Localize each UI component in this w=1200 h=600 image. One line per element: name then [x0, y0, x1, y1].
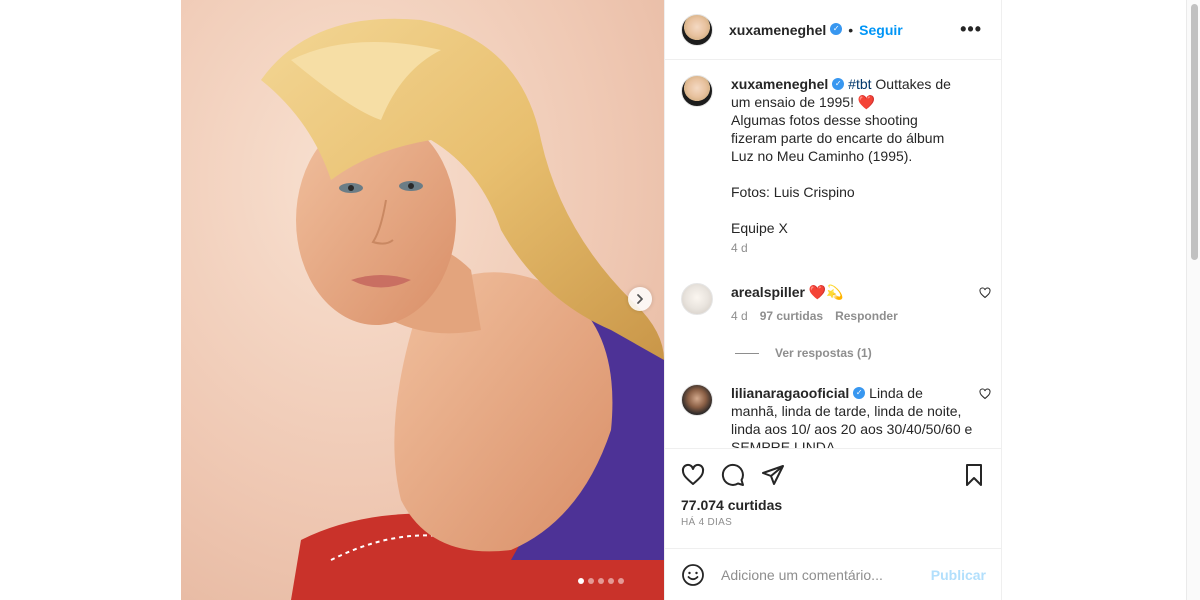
caption-avatar[interactable]	[681, 75, 713, 107]
comment-text: ❤️💫	[804, 284, 844, 300]
reply-button[interactable]: Responder	[835, 307, 898, 325]
action-icons	[681, 463, 785, 487]
post-header: xuxameneghel ✓ • Seguir •••	[665, 0, 1002, 60]
page-scrollbar[interactable]	[1186, 0, 1200, 600]
carousel-indicator	[578, 578, 624, 584]
publish-button[interactable]: Publicar	[931, 567, 986, 583]
carousel-next-button[interactable]	[628, 287, 652, 311]
more-options-button[interactable]: •••	[960, 20, 982, 38]
view-replies-button[interactable]: Ver respostas (1)	[735, 346, 872, 360]
caption-hashtag[interactable]: #tbt	[848, 76, 871, 92]
commenter-avatar[interactable]	[681, 283, 713, 315]
author-avatar[interactable]	[681, 13, 713, 46]
caption-text: xuxameneghel ✓ #tbt Outtakes de um ensaio…	[731, 75, 967, 237]
commenter-username[interactable]: arealspiller	[731, 284, 805, 300]
view-replies-label: Ver respostas (1)	[775, 346, 872, 360]
comment-like-heart-icon[interactable]	[979, 388, 991, 400]
author-username[interactable]: xuxameneghel	[729, 22, 826, 38]
likes-count[interactable]: 77.074 curtidas	[681, 497, 782, 513]
comment-like-heart-icon[interactable]	[979, 287, 991, 299]
carousel-dot	[618, 578, 624, 584]
post-photo[interactable]	[181, 0, 664, 600]
caption-heart-emoji: ❤️	[857, 94, 876, 110]
replies-divider	[735, 352, 759, 354]
comment-time[interactable]: 4 d	[731, 307, 748, 325]
post-caption: xuxameneghel ✓ #tbt Outtakes de um ensaio…	[681, 75, 981, 255]
bookmark-icon[interactable]	[962, 463, 986, 487]
chevron-right-icon	[637, 294, 643, 304]
carousel-dot-active	[578, 578, 584, 584]
carousel-dot	[608, 578, 614, 584]
portrait-photo	[181, 0, 664, 600]
verified-badge-icon: ✓	[832, 78, 845, 91]
header-separator: •	[848, 21, 854, 38]
add-comment-form: Publicar	[665, 548, 1002, 600]
comment-meta: 4 d 97 curtidas Responder	[731, 307, 973, 325]
caption-body: Algumas fotos desse shooting fizeram par…	[731, 112, 945, 236]
caption-time[interactable]: 4 d	[731, 241, 967, 255]
paper-plane-icon[interactable]	[761, 463, 785, 487]
heart-icon[interactable]	[681, 463, 705, 487]
carousel-dot	[588, 578, 594, 584]
comment-item: arealspiller ❤️💫 4 d 97 curtidas Respond…	[681, 283, 991, 325]
verified-badge-icon: ✓	[830, 22, 843, 35]
comment-bubble-icon[interactable]	[721, 463, 745, 487]
comment-likes[interactable]: 97 curtidas	[760, 307, 823, 325]
scrollbar-thumb[interactable]	[1191, 4, 1198, 260]
carousel-dot	[598, 578, 604, 584]
commenter-avatar[interactable]	[681, 384, 713, 416]
comments-section[interactable]: xuxameneghel ✓ #tbt Outtakes de um ensaio…	[665, 61, 1002, 448]
commenter-username[interactable]: lilianaragaooficial	[731, 385, 849, 401]
follow-button[interactable]: Seguir	[859, 22, 903, 38]
post-actions: 77.074 curtidas HÁ 4 DIAS	[665, 448, 1002, 548]
smiley-icon[interactable]	[681, 563, 705, 587]
comment-item: lilianaragaooficial ✓ Linda de manhã, lin…	[681, 384, 991, 448]
comment-input[interactable]	[721, 566, 921, 583]
post-time[interactable]: HÁ 4 DIAS	[681, 517, 732, 528]
verified-badge-icon: ✓	[853, 387, 866, 400]
caption-username[interactable]: xuxameneghel	[731, 76, 828, 92]
post-details-panel: xuxameneghel ✓ • Seguir ••• xuxameneghel…	[664, 0, 1002, 600]
